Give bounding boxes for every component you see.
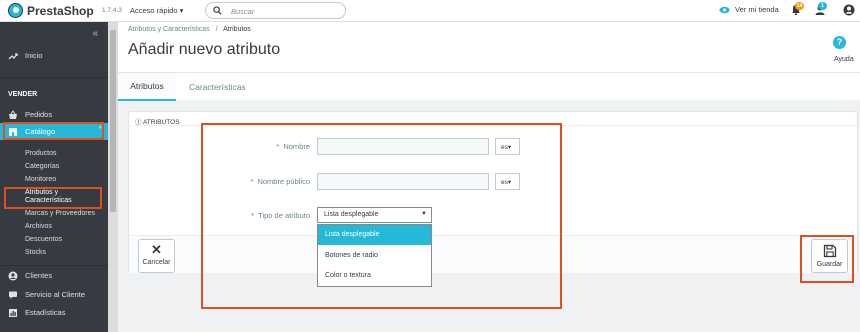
attribute-type-select[interactable]: Lista desplegable ▼ — [317, 207, 432, 223]
option-dropdown-list[interactable]: Lista desplegable — [318, 225, 431, 245]
save-label: Guardar — [816, 261, 843, 268]
view-shop-link[interactable]: Ver mi tienda — [719, 5, 779, 14]
sidebar-section-sell: VENDER — [8, 91, 38, 98]
panel-title: ⓘ ATRIBUTOS — [135, 116, 180, 126]
sidebar-subitem-monitoring[interactable]: Monitoreo — [25, 176, 56, 184]
attribute-type-selected-value: Lista desplegable — [324, 211, 379, 218]
help-icon[interactable]: ? — [833, 36, 846, 49]
view-shop-label: Ver mi tienda — [735, 5, 779, 14]
required-marker: * — [251, 211, 255, 220]
customers-badge: 1 — [818, 2, 827, 10]
sidebar-divider — [0, 77, 108, 78]
sidebar-subitem-categories[interactable]: Categorías — [25, 163, 59, 171]
cancel-label: Cancelar — [142, 259, 171, 266]
attribute-type-label: * Tipo de atributo — [200, 211, 310, 220]
search-icon — [213, 6, 222, 15]
orders-badge: 14 — [795, 2, 804, 10]
chevron-up-icon: ^ — [98, 126, 102, 133]
collapse-sidebar-icon[interactable]: « — [92, 28, 98, 39]
required-marker: * — [276, 142, 280, 151]
tab-label: Atributos — [130, 81, 164, 91]
sidebar-scrollbar-thumb[interactable] — [110, 30, 116, 212]
attribute-type-label-text: Tipo de atributo — [258, 211, 310, 220]
public-name-label-text: Nombre público — [257, 177, 310, 186]
option-color-texture[interactable]: Color o textura — [318, 266, 431, 286]
trending-icon — [8, 52, 18, 59]
sidebar-subitem-attributes-features[interactable]: Atributos y Características — [25, 189, 95, 205]
sidebar-item-label: Clientes — [25, 271, 53, 280]
sidebar-item-label: Servicio al Cliente — [25, 290, 86, 299]
panel-footer — [129, 235, 857, 273]
page-title: Añadir nuevo atributo — [128, 41, 281, 58]
sidebar-divider — [0, 265, 108, 266]
store-icon — [9, 127, 17, 136]
attribute-form-panel: ⓘ ATRIBUTOS — [128, 111, 858, 273]
sidebar-subitem-files[interactable]: Archivos — [25, 223, 52, 231]
tab-label: Características — [189, 82, 246, 92]
sidebar-item-stats[interactable]: Estadísticas — [0, 304, 108, 321]
info-icon: ⓘ — [135, 119, 142, 126]
floppy-disk-icon — [823, 244, 836, 258]
save-button[interactable]: Guardar — [811, 239, 848, 273]
chevron-down-icon: ▾ — [179, 6, 184, 15]
public-name-language-dropdown[interactable]: es▾ — [495, 173, 520, 190]
sidebar: « Inicio VENDER Pedidos Catálogo ^ Produ… — [0, 22, 108, 332]
public-name-label: * Nombre público — [200, 177, 310, 186]
sidebar-item-label: Estadísticas — [25, 308, 66, 317]
sidebar-item-home[interactable]: Inicio — [0, 47, 108, 64]
search-input[interactable]: Buscar — [205, 2, 346, 19]
sidebar-subitem-stocks[interactable]: Stocks — [25, 249, 46, 257]
shopping-basket-icon — [9, 109, 17, 119]
panel-title-text: ATRIBUTOS — [142, 119, 180, 126]
bar-chart-icon — [9, 308, 17, 317]
breadcrumb-current: Atributos — [223, 26, 251, 33]
search-placeholder: Buscar — [231, 7, 255, 16]
sidebar-subitem-discounts[interactable]: Descuentos — [25, 236, 62, 244]
breadcrumb-separator: / — [215, 26, 218, 33]
sidebar-item-catalog[interactable]: Catálogo ^ — [0, 123, 108, 140]
public-name-field[interactable] — [317, 173, 489, 190]
brand-name: PrestaShop — [27, 3, 94, 18]
breadcrumb: Atributos y Características / Atributos — [128, 26, 251, 33]
tab-bar: Atributos Características — [118, 72, 860, 101]
chevron-down-icon: ▾ — [507, 144, 512, 151]
cancel-button[interactable]: ✕ Cancelar — [138, 239, 175, 273]
attribute-type-options: Lista desplegable Botones de radio Color… — [317, 224, 432, 287]
language-code: es — [501, 179, 508, 186]
breadcrumb-parent[interactable]: Atributos y Características — [128, 26, 210, 33]
name-label: * Nombre — [200, 142, 310, 151]
tab-features[interactable]: Características — [189, 73, 246, 101]
sidebar-item-orders[interactable]: Pedidos — [0, 106, 108, 123]
chevron-down-icon: ▾ — [507, 179, 512, 186]
sidebar-item-customer-service[interactable]: Servicio al Cliente — [0, 286, 108, 303]
close-icon: ✕ — [151, 242, 162, 257]
sidebar-item-customers[interactable]: Clientes — [0, 267, 108, 284]
sidebar-item-label: Pedidos — [25, 110, 53, 119]
account-avatar-icon[interactable] — [843, 4, 855, 16]
quick-access-button[interactable]: Acceso rápido ▾ — [130, 6, 183, 15]
eye-icon — [719, 6, 730, 13]
name-field[interactable] — [317, 138, 489, 155]
language-code: es — [501, 144, 508, 151]
quick-access-label: Acceso rápido — [130, 6, 178, 15]
prestashop-logo[interactable]: PrestaShop — [8, 3, 94, 18]
dropdown-arrow-icon: ▼ — [421, 211, 427, 217]
tab-attributes[interactable]: Atributos — [118, 73, 176, 101]
sidebar-subitem-products[interactable]: Productos — [25, 150, 57, 158]
name-language-dropdown[interactable]: es▾ — [495, 138, 520, 155]
panel-header: ⓘ ATRIBUTOS — [129, 112, 857, 126]
option-radio-buttons[interactable]: Botones de radio — [318, 246, 431, 266]
sidebar-subitem-brands-suppliers[interactable]: Marcas y Proveedores — [25, 210, 95, 218]
prestashop-logo-icon — [8, 3, 23, 18]
sidebar-item-label: Catálogo — [25, 127, 56, 136]
page-header: Atributos y Características / Atributos … — [118, 22, 860, 72]
version-label: 1.7.4.3 — [102, 7, 122, 14]
name-label-text: Nombre — [283, 142, 310, 151]
sidebar-item-label: Inicio — [25, 51, 43, 60]
user-circle-icon — [8, 271, 18, 280]
top-header: PrestaShop 1.7.4.3 Acceso rápido ▾ Busca… — [0, 0, 860, 22]
chat-icon — [9, 291, 17, 299]
required-marker: * — [250, 177, 254, 186]
help-label[interactable]: Ayuda — [834, 56, 854, 63]
